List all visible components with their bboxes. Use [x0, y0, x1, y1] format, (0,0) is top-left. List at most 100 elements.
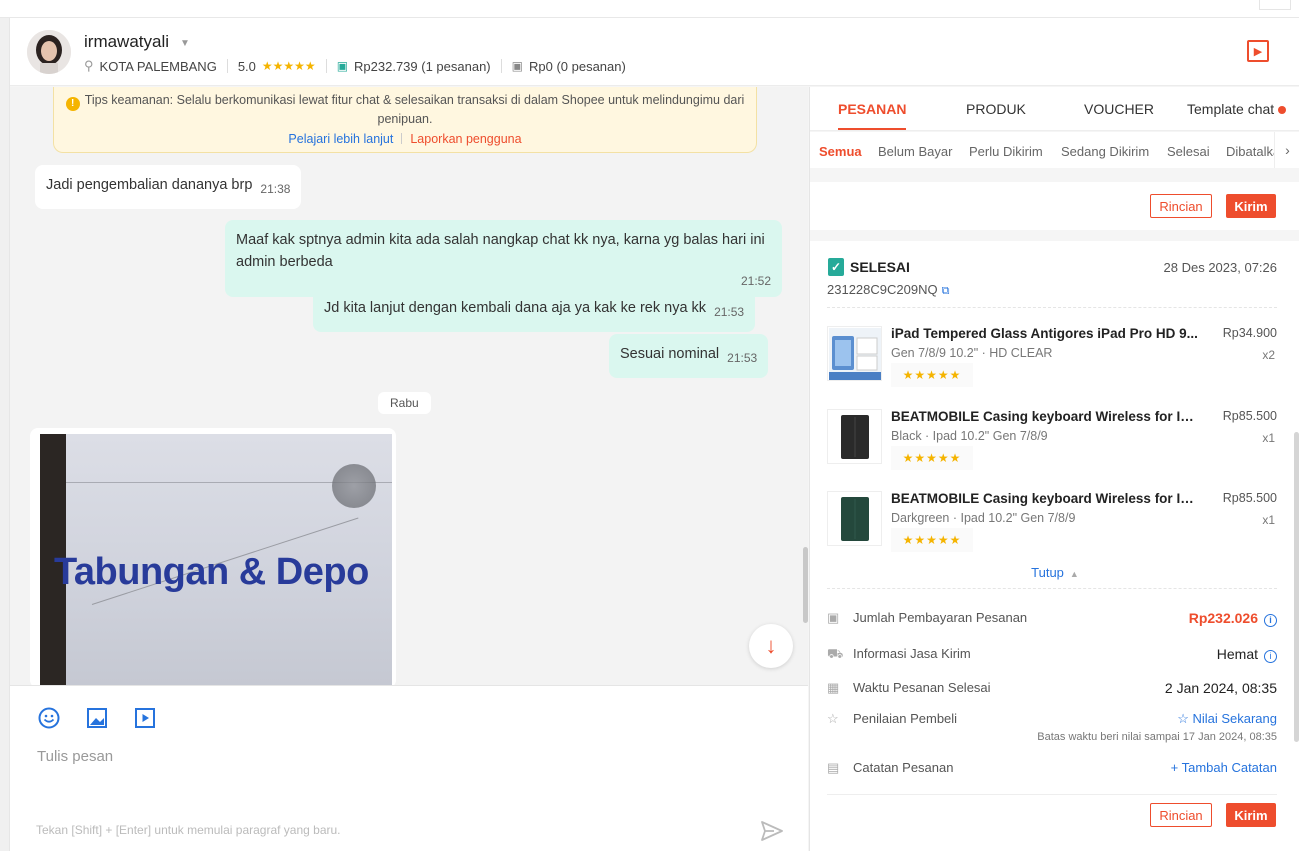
window-tab[interactable] — [1259, 0, 1291, 10]
previous-order-card: Rincian Kirim — [810, 182, 1299, 230]
message-time: 21:38 — [260, 182, 291, 196]
product-name[interactable]: iPad Tempered Glass Antigores iPad Pro H… — [891, 326, 1201, 341]
payment-value: Rp232.026 i — [1189, 610, 1277, 627]
tab-template-chat[interactable]: Template chat — [1187, 101, 1287, 117]
send-icon[interactable] — [760, 820, 786, 842]
date-separator: Rabu — [378, 392, 431, 414]
note-icon: ▤ — [827, 760, 840, 775]
tab-produk[interactable]: PRODUK — [966, 101, 1026, 117]
product-name[interactable]: BEATMOBILE Casing keyboard Wireless for … — [891, 491, 1201, 506]
kirim-button[interactable]: Kirim — [1226, 194, 1276, 218]
tab-template-chat-label: Template chat — [1187, 101, 1275, 117]
image-icon[interactable] — [85, 706, 109, 730]
photo[interactable]: Tabungan & Depo — [40, 434, 392, 685]
shipping-method: Hemat — [1216, 646, 1258, 662]
composer-hint: Tekan [Shift] + [Enter] untuk memulai pa… — [36, 823, 341, 837]
chevron-up-icon: ▲ — [1069, 569, 1079, 579]
subtab-sedang-dikirim[interactable]: Sedang Dikirim — [1061, 144, 1149, 159]
product-price: Rp85.500 — [1222, 491, 1277, 505]
buyer-meta: ⚲ KOTA PALEMBANG 5.0 ★★★★★ ▣ Rp232.739 (… — [84, 58, 626, 74]
rating-stars: ★★★★★ — [261, 59, 316, 73]
avatar[interactable] — [27, 30, 71, 74]
order-item[interactable]: BEATMOBILE Casing keyboard Wireless for … — [827, 491, 1277, 561]
emoji-icon[interactable] — [37, 706, 61, 730]
caret-down-icon[interactable]: ▼ — [180, 38, 190, 49]
video-icon[interactable] — [133, 706, 157, 730]
scroll-down-button[interactable]: ↓ — [749, 624, 793, 668]
product-thumbnail[interactable] — [827, 409, 882, 464]
payment-icon: ▣ — [827, 610, 840, 625]
product-name[interactable]: BEATMOBILE Casing keyboard Wireless for … — [891, 409, 1201, 424]
message-time: 21:52 — [740, 274, 771, 288]
cancelled-orders: Rp0 (0 pesanan) — [528, 58, 626, 74]
note-label: Catatan Pesanan — [853, 760, 954, 775]
order-status: ✓ SELESAI — [828, 258, 910, 276]
product-qty: x2 — [1262, 348, 1275, 362]
payment-amount: Rp232.026 — [1188, 610, 1258, 626]
kirim-button[interactable]: Kirim — [1226, 803, 1276, 827]
collapse-label: Tutup — [1031, 565, 1064, 580]
shipping-label: Informasi Jasa Kirim — [853, 646, 971, 661]
info-icon[interactable]: i — [1264, 614, 1277, 627]
image-message[interactable]: Tabungan & Depo — [30, 428, 396, 685]
info-icon[interactable]: i — [1264, 650, 1277, 663]
collapse-toggle[interactable]: Tutup ▲ — [810, 565, 1299, 580]
copy-icon[interactable]: ⧉ — [942, 285, 950, 297]
message-bubble[interactable]: Maaf kak sptnya admin kita ada salah nan… — [225, 220, 782, 297]
rating: 5.0 — [237, 58, 256, 74]
message-bubble[interactable]: Sesuai nominal 21:53 — [609, 334, 769, 378]
report-user-link[interactable]: Laporkan pengguna — [410, 132, 521, 146]
order-item[interactable]: iPad Tempered Glass Antigores iPad Pro H… — [827, 326, 1277, 396]
subtab-perlu-dikirim[interactable]: Perlu Dikirim — [969, 144, 1043, 159]
divider — [827, 588, 1277, 589]
product-qty: x1 — [1262, 431, 1275, 445]
message-text: Jadi pengembalian dananya brp — [46, 177, 253, 193]
product-price: Rp34.900 — [1222, 326, 1277, 340]
message-time: 21:53 — [727, 351, 758, 365]
product-thumbnail[interactable] — [827, 491, 882, 546]
message-text: Jd kita lanjut dengan kembali dana aja y… — [324, 300, 707, 316]
tab-pesanan[interactable]: PESANAN — [838, 101, 907, 130]
product-variant: Darkgreen · Ipad 10.2" Gen 7/8/9 — [891, 511, 1076, 525]
product-rating-stars: ★★★★★ — [891, 528, 973, 552]
order-id[interactable]: 231228C9C209NQ ⧉ — [827, 282, 949, 298]
rincian-button[interactable]: Rincian — [1150, 194, 1212, 218]
order-item[interactable]: BEATMOBILE Casing keyboard Wireless for … — [827, 409, 1277, 479]
username[interactable]: irmawatyali — [84, 32, 169, 52]
order-panel: PESANAN PRODUK VOUCHER Template chat Sem… — [809, 87, 1299, 851]
message-text: Sesuai nominal — [620, 346, 720, 362]
left-edge — [0, 18, 10, 851]
message-bubble[interactable]: Jd kita lanjut dengan kembali dana aja y… — [313, 288, 756, 332]
review-label: Penilaian Pembeli — [853, 711, 958, 726]
tab-voucher[interactable]: VOUCHER — [1084, 101, 1154, 117]
collapse-panel-icon[interactable]: ▶ — [1247, 40, 1269, 62]
calendar-icon: ▦ — [827, 680, 840, 695]
learn-more-link[interactable]: Pelajari lebih lanjut — [288, 132, 393, 146]
product-price: Rp85.500 — [1222, 409, 1277, 423]
review-icon: ☆ — [827, 711, 839, 726]
panel-scrollbar[interactable] — [1294, 432, 1299, 742]
rincian-button[interactable]: Rincian — [1150, 803, 1212, 827]
subtab-selesai[interactable]: Selesai — [1167, 144, 1210, 159]
chat-scrollbar[interactable] — [803, 547, 808, 623]
order-status-label: SELESAI — [850, 259, 910, 275]
rate-now-link[interactable]: ☆ Nilai Sekarang — [1177, 711, 1277, 727]
product-variant: Black · Ipad 10.2" Gen 7/8/9 — [891, 429, 1048, 443]
subtab-dibatalkan[interactable]: Dibatalkan — [1226, 144, 1274, 159]
product-thumbnail[interactable] — [827, 326, 882, 381]
review-deadline: Batas waktu beri nilai sampai 17 Jan 202… — [1037, 731, 1277, 743]
add-note-link[interactable]: + Tambah Catatan — [1171, 760, 1277, 775]
location-pin-icon: ⚲ — [84, 58, 94, 73]
cancelled-order-icon: ▣ — [511, 59, 523, 73]
location: KOTA PALEMBANG — [99, 58, 217, 74]
subtab-belum-bayar[interactable]: Belum Bayar — [878, 144, 952, 159]
product-variant: Gen 7/8/9 10.2" · HD CLEAR — [891, 346, 1053, 360]
panel-tabs: PESANAN PRODUK VOUCHER Template chat — [810, 87, 1299, 131]
subtab-semua[interactable]: Semua — [819, 144, 862, 159]
message-bubble[interactable]: Jadi pengembalian dananya brp 21:38 — [35, 165, 302, 209]
message-composer: Tulis pesan Tekan [Shift] + [Enter] untu… — [10, 685, 808, 851]
photo-text: Tabungan & Depo — [54, 551, 369, 593]
chevron-right-icon[interactable]: › — [1274, 132, 1299, 168]
truck-icon: ⛟ — [827, 646, 844, 661]
message-input[interactable]: Tulis pesan — [37, 748, 113, 765]
